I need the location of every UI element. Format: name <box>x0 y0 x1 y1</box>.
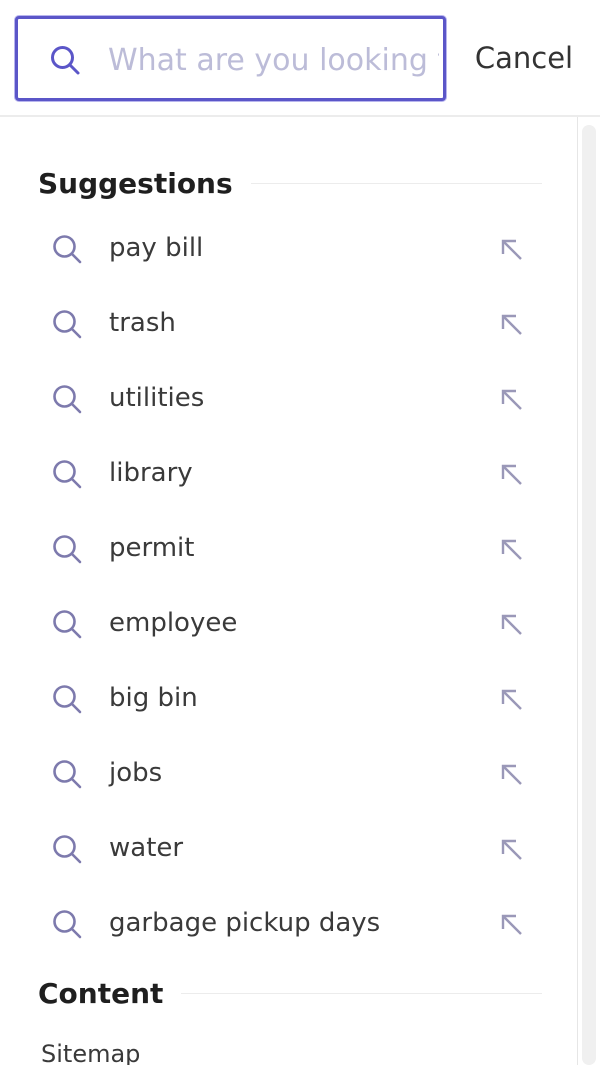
scrollbar[interactable] <box>577 117 600 1065</box>
suggestion-label: permit <box>109 533 195 563</box>
arrow-up-left-icon[interactable] <box>500 913 524 937</box>
content-heading: Content <box>38 976 164 1010</box>
search-input[interactable] <box>106 31 439 89</box>
content-section-header: Content <box>38 973 542 1013</box>
suggestion-label: pay bill <box>109 233 204 263</box>
scrollbar-thumb[interactable] <box>582 125 596 1065</box>
suggestion-label: employee <box>109 608 238 638</box>
suggestion-item[interactable]: library <box>0 437 577 512</box>
suggestion-item[interactable]: permit <box>0 512 577 587</box>
arrow-up-left-icon[interactable] <box>500 538 524 562</box>
suggestion-item[interactable]: utilities <box>0 362 577 437</box>
search-icon <box>51 46 80 75</box>
search-icon <box>53 235 82 264</box>
cancel-button[interactable]: Cancel <box>470 30 578 86</box>
suggestion-item[interactable]: water <box>0 812 577 887</box>
content-link-sitemap[interactable]: Sitemap <box>41 1040 140 1065</box>
suggestion-label: big bin <box>109 683 198 713</box>
arrow-up-left-icon[interactable] <box>500 613 524 637</box>
suggestion-item[interactable]: pay bill <box>0 212 577 287</box>
suggestion-label: water <box>109 833 184 863</box>
search-results-panel: Suggestions pay bill trash utilities lib… <box>0 117 577 1065</box>
suggestions-section-header: Suggestions <box>38 163 542 203</box>
search-box[interactable] <box>15 16 446 101</box>
section-divider <box>250 182 542 184</box>
suggestion-label: jobs <box>109 758 163 788</box>
arrow-up-left-icon[interactable] <box>500 688 524 712</box>
search-icon <box>53 385 82 414</box>
search-icon <box>53 535 82 564</box>
search-icon <box>53 460 82 489</box>
search-icon <box>53 310 82 339</box>
suggestion-label: garbage pickup days <box>109 908 381 938</box>
suggestions-heading: Suggestions <box>38 166 233 200</box>
suggestion-label: library <box>109 458 193 488</box>
suggestion-item[interactable]: trash <box>0 287 577 362</box>
arrow-up-left-icon[interactable] <box>500 463 524 487</box>
arrow-up-left-icon[interactable] <box>500 388 524 412</box>
search-icon <box>53 910 82 939</box>
suggestion-label: utilities <box>109 383 205 413</box>
suggestion-item[interactable]: big bin <box>0 662 577 737</box>
search-icon <box>53 835 82 864</box>
suggestion-item[interactable]: employee <box>0 587 577 662</box>
search-icon <box>53 685 82 714</box>
suggestion-item[interactable]: garbage pickup days <box>0 887 577 962</box>
arrow-up-left-icon[interactable] <box>500 238 524 262</box>
arrow-up-left-icon[interactable] <box>500 313 524 337</box>
suggestion-label: trash <box>109 308 176 338</box>
search-icon <box>53 610 82 639</box>
arrow-up-left-icon[interactable] <box>500 763 524 787</box>
section-divider <box>181 992 542 994</box>
suggestion-item[interactable]: jobs <box>0 737 577 812</box>
search-icon <box>53 760 82 789</box>
search-header: Cancel <box>0 0 600 117</box>
suggestion-list: pay bill trash utilities library permit … <box>0 212 577 962</box>
arrow-up-left-icon[interactable] <box>500 838 524 862</box>
